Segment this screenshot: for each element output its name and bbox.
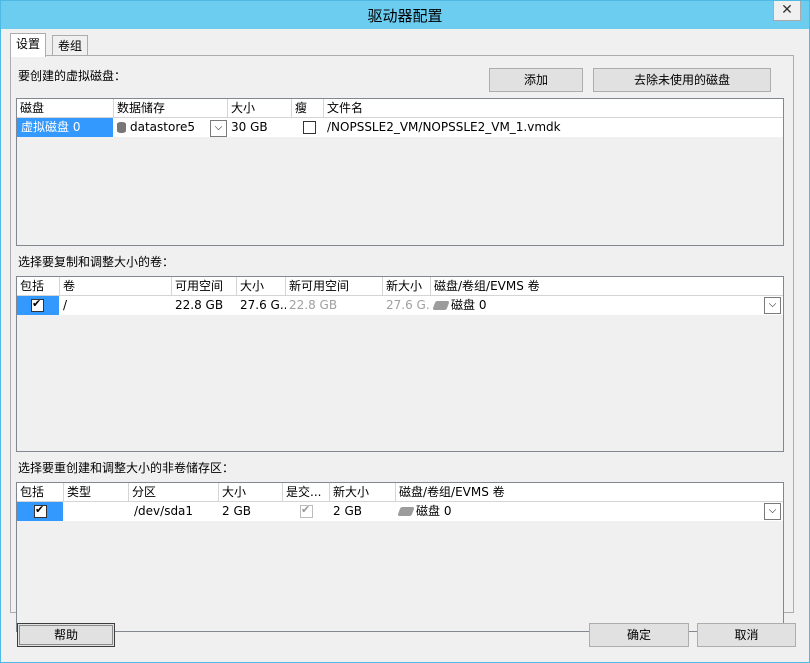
tab-volume-groups-label: 卷组 [58,39,83,53]
target-cell[interactable]: 磁盘 0 [431,296,763,315]
col-target[interactable]: 磁盘/卷组/EVMS 卷 [396,483,783,501]
size-cell: 2 GB [222,504,251,518]
new-free-cell[interactable]: 22.8 GB [286,296,383,315]
col-filename[interactable]: 文件名 [324,99,783,117]
disk-icon [397,507,415,516]
grid-empty-area [17,521,783,631]
new-size-cell[interactable]: 27.6 G... [383,296,431,315]
col-include[interactable]: 包括 [17,277,60,295]
filename-cell: /NOPSSLE2_VM/NOPSSLE2_VM_1.vmdk [327,120,561,134]
include-checkbox[interactable] [34,503,47,518]
col-thin[interactable]: 瘦 [292,99,324,117]
table-row[interactable]: / 22.8 GB 27.6 G... 22.8 GB 27.6 G... 磁盘… [17,296,783,315]
tab-settings-label: 设置 [16,37,41,51]
col-include[interactable]: 包括 [17,483,64,501]
include-checkbox[interactable] [31,297,44,312]
tab-volume-groups[interactable]: 卷组 [52,35,89,56]
grid-header: 包括 卷 可用空间 大小 新可用空间 新大小 磁盘/卷组/EVMS 卷 [17,277,783,296]
size-cell: 27.6 G... [240,298,286,312]
chevron-down-icon: ⌵ [768,505,777,516]
disk-cell[interactable]: 虚拟磁盘 0 [17,118,113,137]
target-dropdown-button[interactable]: ⌵ [764,297,781,314]
target-value: 磁盘 0 [451,298,487,312]
thin-checkbox[interactable] [303,121,316,134]
disk-icon [432,301,450,310]
volume-cell: / [63,298,68,312]
grid-header: 包括 类型 分区 大小 是交... 新大小 磁盘/卷组/EVMS 卷 [17,483,783,502]
close-button[interactable]: ✕ [773,1,801,21]
chevron-down-icon: ⌵ [214,122,223,133]
partitions-grid: 包括 类型 分区 大小 是交... 新大小 磁盘/卷组/EVMS 卷 /dev/… [16,482,784,632]
col-new-size[interactable]: 新大小 [330,483,396,501]
add-button[interactable]: 添加 [489,68,583,92]
title-bar: 驱动器配置 ✕ [1,1,809,29]
col-free[interactable]: 可用空间 [172,277,237,295]
new-size-cell[interactable]: 2 GB [330,502,396,521]
cancel-button[interactable]: 取消 [697,623,796,647]
size-cell: 30 GB [231,120,268,134]
col-partition[interactable]: 分区 [129,483,219,501]
col-new-free[interactable]: 新可用空间 [286,277,383,295]
target-dropdown-button[interactable]: ⌵ [764,503,781,520]
col-target[interactable]: 磁盘/卷组/EVMS 卷 [431,277,783,295]
grid-header: 磁盘 数据储存 大小 瘦 文件名 [17,99,783,118]
ok-button[interactable]: 确定 [589,623,689,647]
settings-panel: 要创建的虚拟磁盘： 添加 去除未使用的磁盘 磁盘 数据储存 大小 瘦 文件名 虚… [10,55,794,632]
tab-settings[interactable]: 设置 [10,33,47,57]
remove-unused-disks-button[interactable]: 去除未使用的磁盘 [593,68,771,92]
partition-cell: /dev/sda1 [134,504,194,518]
col-disk[interactable]: 磁盘 [17,99,114,117]
col-datastore[interactable]: 数据储存 [114,99,228,117]
chevron-down-icon: ⌵ [768,299,777,310]
target-cell[interactable]: 磁盘 0 [396,502,763,521]
col-volume[interactable]: 卷 [60,277,172,295]
partitions-label: 选择要重创建和调整大小的非卷储存区： [18,461,235,475]
virtual-disks-grid: 磁盘 数据储存 大小 瘦 文件名 虚拟磁盘 0 datastore5 ⌵ 30 … [16,98,784,246]
col-size[interactable]: 大小 [219,483,283,501]
volumes-label: 选择要复制和调整大小的卷： [18,255,175,269]
grid-empty-area [17,137,783,245]
free-cell: 22.8 GB [175,298,224,312]
datastore-dropdown-button[interactable]: ⌵ [210,120,227,137]
volumes-grid: 包括 卷 可用空间 大小 新可用空间 新大小 磁盘/卷组/EVMS 卷 / 22… [16,276,784,452]
col-new-size[interactable]: 新大小 [383,277,431,295]
col-is-swap[interactable]: 是交... [283,483,330,501]
type-cell [64,502,129,521]
virtual-disks-label: 要创建的虚拟磁盘： [18,69,127,83]
is-swap-checkbox [300,503,313,518]
col-size[interactable]: 大小 [237,277,286,295]
table-row[interactable]: 虚拟磁盘 0 datastore5 ⌵ 30 GB /NOPSSLE2_VM/N… [17,118,783,137]
grid-empty-area [17,315,783,451]
col-size[interactable]: 大小 [228,99,292,117]
database-icon [117,122,126,133]
dialog-window: 驱动器配置 ✕ 设置 卷组 要创建的虚拟磁盘： 添加 去除未使用的磁盘 磁盘 数… [0,0,810,663]
target-value: 磁盘 0 [416,504,452,518]
help-button[interactable]: 帮助 [17,623,115,647]
table-row[interactable]: /dev/sda1 2 GB 2 GB 磁盘 0 ⌵ [17,502,783,521]
window-title: 驱动器配置 [367,7,443,25]
dialog-client: 设置 卷组 要创建的虚拟磁盘： 添加 去除未使用的磁盘 磁盘 数据储存 大小 瘦… [1,29,809,662]
datastore-value: datastore5 [130,120,196,134]
col-type[interactable]: 类型 [64,483,129,501]
